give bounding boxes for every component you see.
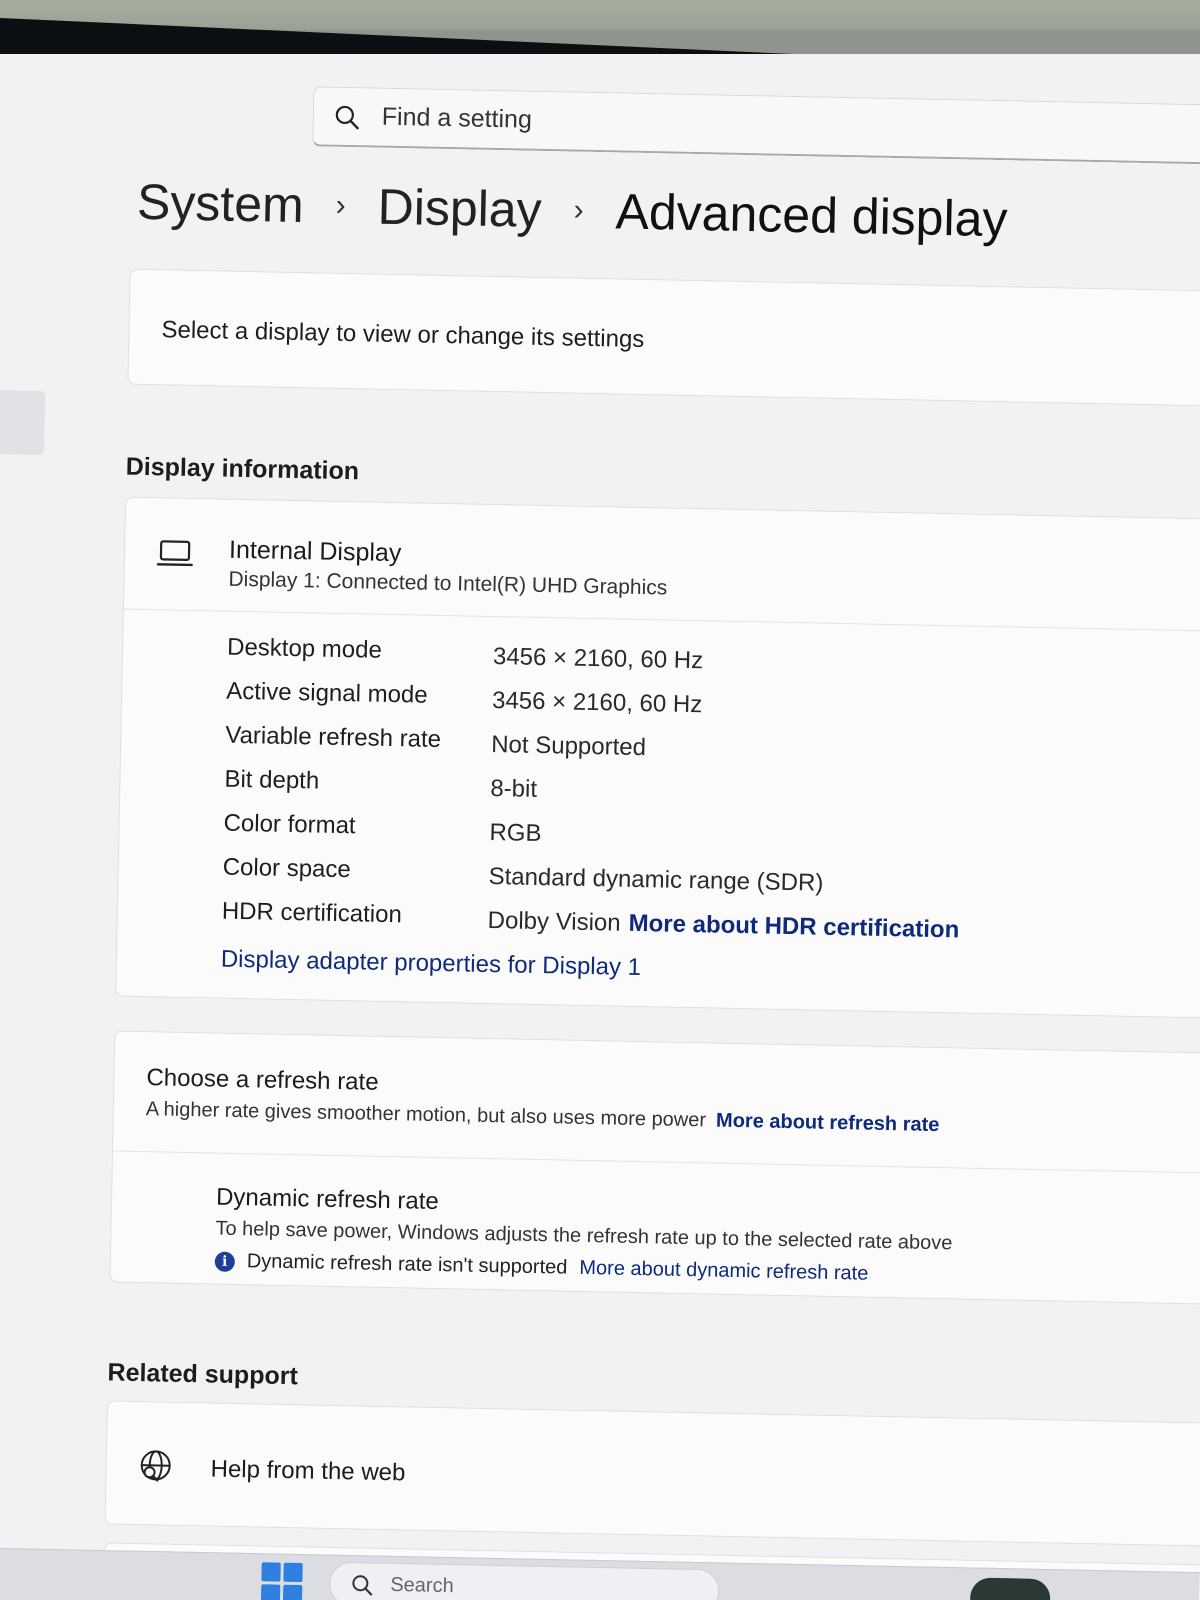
find-setting-search[interactable] bbox=[312, 86, 1200, 165]
search-icon bbox=[352, 1575, 373, 1596]
spec-value: 3456 × 2160, 60 Hz bbox=[491, 687, 703, 719]
display-subtitle: Display 1: Connected to Intel(R) UHD Gra… bbox=[228, 567, 668, 600]
dynamic-refresh-link[interactable]: More about dynamic refresh rate bbox=[579, 1257, 868, 1286]
info-icon: i bbox=[214, 1251, 236, 1272]
refresh-rate-link[interactable]: More about refresh rate bbox=[716, 1110, 940, 1136]
display-spec-list: Desktop mode 3456 × 2160, 60 Hz Active s… bbox=[221, 634, 1127, 960]
taskbar-app-icon[interactable] bbox=[969, 1577, 1051, 1600]
spec-label: HDR certification bbox=[221, 897, 403, 929]
sidebar-selected-item[interactable] bbox=[0, 389, 46, 455]
settings-window: System › Display › Advanced display Sele… bbox=[0, 54, 1200, 1600]
dynamic-refresh-note-text: Dynamic refresh rate isn't supported bbox=[246, 1250, 568, 1279]
spec-label: Color space bbox=[222, 853, 352, 884]
breadcrumb-display[interactable]: Display bbox=[377, 178, 542, 239]
display-name: Internal Display bbox=[228, 535, 402, 568]
spec-value: RGB bbox=[489, 818, 542, 848]
spec-label: Color format bbox=[223, 809, 356, 840]
breadcrumb-system[interactable]: System bbox=[136, 173, 304, 234]
refresh-rate-description: A higher rate gives smoother motion, but… bbox=[146, 1098, 940, 1137]
taskbar-search-text: Search bbox=[390, 1573, 454, 1598]
spec-value-group: Dolby Vision More about HDR certification bbox=[487, 907, 959, 944]
page-title: Advanced display bbox=[615, 183, 1009, 248]
laptop-icon bbox=[156, 540, 193, 567]
search-input[interactable] bbox=[381, 102, 1082, 146]
chevron-right-icon: › bbox=[573, 193, 584, 227]
select-display-card[interactable]: Select a display to view or change its s… bbox=[127, 268, 1200, 408]
refresh-rate-title: Choose a refresh rate bbox=[146, 1064, 379, 1096]
help-from-web-label: Help from the web bbox=[210, 1455, 406, 1487]
dynamic-refresh-note: i Dynamic refresh rate isn't supported M… bbox=[214, 1250, 869, 1286]
spec-value: Standard dynamic range (SDR) bbox=[488, 862, 824, 897]
chevron-right-icon: › bbox=[335, 188, 347, 222]
display-information-card: Internal Display Display 1: Connected to… bbox=[115, 496, 1200, 1019]
dynamic-refresh-title: Dynamic refresh rate bbox=[215, 1183, 440, 1216]
select-display-label: Select a display to view or change its s… bbox=[161, 316, 645, 353]
display-info-header: Internal Display Display 1: Connected to… bbox=[123, 497, 1200, 633]
related-support-heading: Related support bbox=[107, 1358, 299, 1391]
spec-value: 8-bit bbox=[490, 774, 538, 803]
spec-label: Bit depth bbox=[224, 765, 320, 795]
display-adapter-properties-link[interactable]: Display adapter properties for Display 1 bbox=[221, 946, 642, 982]
settings-content: System › Display › Advanced display Sele… bbox=[0, 54, 1200, 1600]
globe-search-icon bbox=[140, 1450, 171, 1482]
spec-value: Dolby Vision bbox=[487, 906, 621, 937]
spec-value: Not Supported bbox=[490, 731, 647, 762]
choose-refresh-rate-row[interactable]: Choose a refresh rate A higher rate give… bbox=[112, 1031, 1200, 1174]
spec-label: Active signal mode bbox=[225, 677, 428, 709]
spec-label: Desktop mode bbox=[226, 633, 383, 664]
spec-label: Variable refresh rate bbox=[225, 721, 442, 753]
dynamic-refresh-description: To help save power, Windows adjusts the … bbox=[215, 1217, 953, 1255]
help-from-web-card[interactable]: Help from the web bbox=[104, 1400, 1200, 1547]
windows-logo-icon[interactable] bbox=[260, 1562, 304, 1600]
refresh-rate-card: Choose a refresh rate A higher rate give… bbox=[109, 1030, 1200, 1305]
breadcrumb: System › Display › Advanced display bbox=[136, 173, 1008, 248]
refresh-rate-description-text: A higher rate gives smoother motion, but… bbox=[145, 1098, 707, 1132]
hdr-certification-link[interactable]: More about HDR certification bbox=[628, 910, 959, 944]
display-information-heading: Display information bbox=[125, 452, 360, 486]
search-icon bbox=[335, 105, 359, 129]
taskbar-search[interactable]: Search bbox=[328, 1561, 1051, 1600]
spec-value: 3456 × 2160, 60 Hz bbox=[492, 643, 704, 675]
